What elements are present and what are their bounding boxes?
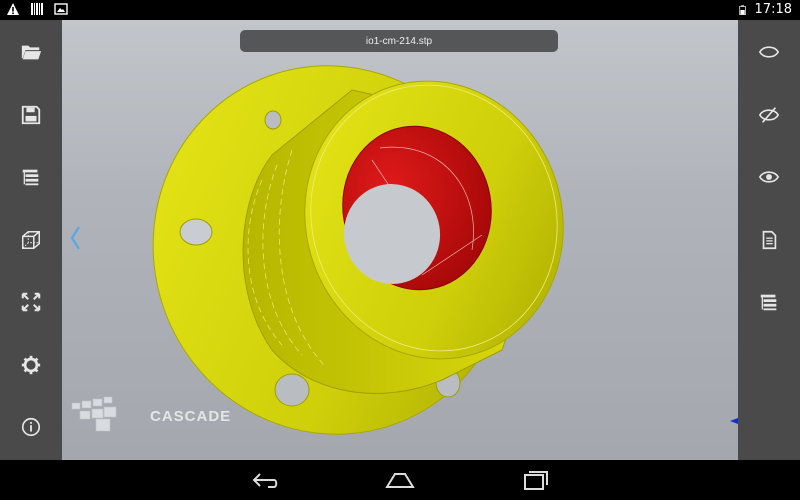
open-folder-icon [21, 45, 42, 60]
hide-icon [758, 107, 780, 123]
left-toolbar [0, 20, 62, 460]
3d-viewport[interactable]: io1-cm-214.stp CASCADE [62, 20, 738, 460]
settings-icon [21, 355, 41, 375]
settings-button[interactable] [0, 345, 62, 385]
battery-icon [738, 4, 746, 15]
show-only-button[interactable] [738, 157, 800, 197]
wireframe-button[interactable] [0, 220, 62, 260]
tree-list-icon [760, 294, 777, 311]
show-button[interactable] [738, 32, 800, 72]
axis-marker-icon [730, 418, 738, 424]
properties-button[interactable] [738, 220, 800, 260]
document-icon [762, 230, 777, 250]
flange-model[interactable] [62, 20, 738, 460]
navigation-bar [0, 460, 800, 500]
info-button[interactable] [0, 407, 62, 447]
barcode-icon [31, 3, 43, 15]
back-icon [252, 473, 278, 488]
hide-button[interactable] [738, 95, 800, 135]
collapse-panel-icon[interactable] [68, 225, 82, 251]
tree-icon [22, 169, 39, 186]
home-icon [385, 473, 415, 488]
save-icon [21, 105, 41, 125]
fit-all-icon [21, 292, 41, 312]
file-name-bar: io1-cm-214.stp [240, 30, 558, 52]
image-icon [54, 3, 68, 15]
home-button[interactable] [380, 466, 420, 494]
structure-tree-button[interactable] [738, 282, 800, 322]
file-name: io1-cm-214.stp [365, 35, 433, 47]
model-tree-button[interactable] [0, 157, 62, 197]
cascade-logo-text: CASCADE [150, 408, 232, 425]
show-icon [758, 46, 780, 58]
clock: 17:18 [754, 2, 792, 17]
info-icon [21, 417, 41, 437]
warning-icon [7, 3, 19, 15]
recents-icon [524, 471, 548, 490]
right-toolbar [738, 20, 800, 460]
recents-button[interactable] [515, 466, 555, 494]
show-only-icon [758, 171, 780, 183]
wireframe-cube-icon [22, 231, 40, 249]
back-button[interactable] [245, 466, 285, 494]
save-button[interactable] [0, 95, 62, 135]
status-bar: 17:18 [0, 0, 800, 20]
fit-all-button[interactable] [0, 282, 62, 322]
open-file-button[interactable] [0, 32, 62, 72]
